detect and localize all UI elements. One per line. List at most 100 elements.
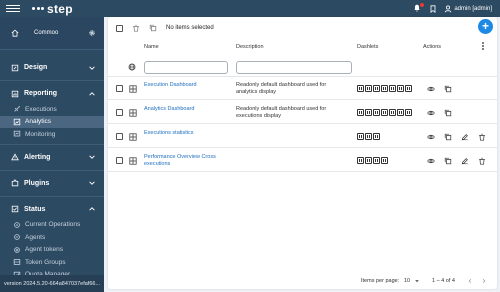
- dashlet-icon[interactable]: [397, 109, 404, 116]
- description-filter-input[interactable]: [236, 61, 352, 74]
- dashboard-name-link[interactable]: Execution Dashboard: [144, 82, 224, 89]
- dashboard-name-link[interactable]: Executions statistics: [144, 130, 224, 137]
- copy-icon[interactable]: [444, 109, 452, 117]
- dashlet-icon[interactable]: [365, 109, 372, 116]
- section-reporting[interactable]: Reporting: [0, 84, 104, 103]
- token-icon: [14, 246, 20, 253]
- dashlet-icon[interactable]: [373, 133, 380, 140]
- table-header: Name Description Dashlets Actions: [108, 41, 497, 54]
- add-dashboard-button[interactable]: +: [478, 19, 493, 34]
- trash-icon[interactable]: [478, 133, 486, 141]
- items-per-page-select[interactable]: 10: [404, 278, 410, 284]
- next-page-icon[interactable]: [481, 278, 487, 284]
- copy-icon[interactable]: [149, 24, 157, 32]
- monitoring-icon: [13, 131, 21, 137]
- brand-name: step: [47, 1, 73, 16]
- copy-icon[interactable]: [444, 85, 452, 93]
- row-checkbox[interactable]: [116, 109, 123, 116]
- dashlet-icon[interactable]: [389, 109, 396, 116]
- dashlet-icon[interactable]: [397, 85, 404, 92]
- sidebar-item-analytics[interactable]: Analytics: [0, 115, 104, 128]
- eye-icon[interactable]: [427, 133, 435, 141]
- user-menu[interactable]: admin [admin]: [444, 5, 492, 13]
- prev-page-icon[interactable]: [467, 278, 473, 284]
- brand-logo[interactable]: step: [32, 2, 73, 16]
- eye-icon[interactable]: [427, 85, 435, 93]
- sidebar-item-agent-tokens[interactable]: Agent tokens: [0, 244, 104, 257]
- eye-icon[interactable]: [427, 109, 435, 117]
- dashlet-icon[interactable]: [381, 157, 388, 164]
- table-row[interactable]: Executions statistics: [108, 125, 497, 148]
- gear-icon[interactable]: [88, 29, 96, 37]
- dashboards-panel: No items selected + Name Description Das…: [108, 17, 497, 289]
- trash-icon[interactable]: [132, 24, 140, 32]
- dashlet-icon[interactable]: [389, 85, 396, 92]
- section-alerting[interactable]: Alerting: [0, 148, 104, 167]
- chevron-down-icon: [89, 155, 95, 159]
- section-alerting-label: Alerting: [24, 153, 51, 161]
- grid-icon: [129, 108, 137, 117]
- column-header-dashlets[interactable]: Dashlets: [357, 44, 378, 50]
- dashlet-icon[interactable]: [373, 85, 380, 92]
- edit-icon[interactable]: [461, 157, 469, 165]
- reporting-icon: [11, 90, 19, 97]
- dashlet-icon[interactable]: [373, 157, 380, 164]
- bookmark-icon[interactable]: [429, 4, 437, 13]
- section-design[interactable]: Design: [0, 58, 104, 77]
- table-row[interactable]: Performance Overview Cross executions: [108, 149, 497, 172]
- row-checkbox[interactable]: [116, 157, 123, 164]
- column-header-name[interactable]: Name: [144, 44, 159, 50]
- dashlet-icon[interactable]: [405, 109, 412, 116]
- dashlet-icon[interactable]: [381, 109, 388, 116]
- table-row[interactable]: Execution Dashboard Readonly default dash…: [108, 77, 497, 100]
- section-reporting-label: Reporting: [24, 90, 58, 97]
- notification-dot: [420, 3, 425, 7]
- dashlet-icon[interactable]: [381, 85, 388, 92]
- table-row[interactable]: Analytics Dashboard Readonly default dash…: [108, 101, 497, 124]
- project-selector[interactable]: Commoo: [0, 17, 104, 50]
- bell-icon[interactable]: [413, 3, 425, 13]
- agent-icon: [14, 234, 20, 241]
- name-filter-input[interactable]: [144, 61, 228, 74]
- copy-icon[interactable]: [444, 133, 452, 141]
- version-label: version 2024.5.20-664a847037efaf66...: [0, 275, 104, 292]
- select-all-checkbox[interactable]: [116, 24, 123, 32]
- sidebar: Commoo Design Reporting Executions Analy…: [0, 17, 104, 292]
- grid-icon: [129, 132, 137, 141]
- status-icon: [11, 205, 19, 213]
- grid-icon: [129, 156, 137, 165]
- menu-icon[interactable]: [6, 5, 20, 12]
- sidebar-item-agents[interactable]: Agents: [0, 231, 104, 244]
- copy-icon[interactable]: [444, 157, 452, 165]
- globe-icon[interactable]: [128, 63, 136, 71]
- dashlet-icon[interactable]: [373, 109, 380, 116]
- dashlet-icon[interactable]: [365, 85, 372, 92]
- sidebar-item-current-operations[interactable]: Current Operations: [0, 219, 104, 232]
- design-icon: [11, 64, 19, 71]
- sidebar-item-monitoring[interactable]: Monitoring: [0, 128, 104, 141]
- dashlet-icon[interactable]: [357, 133, 364, 140]
- top-bar: step admin [admin]: [0, 0, 500, 17]
- sidebar-item-token-groups[interactable]: Token Groups: [0, 256, 104, 269]
- dashlet-icon[interactable]: [357, 109, 364, 116]
- row-checkbox[interactable]: [116, 133, 123, 140]
- column-menu-icon[interactable]: [482, 42, 484, 51]
- sidebar-item-executions[interactable]: Executions: [0, 103, 104, 116]
- dashlet-icon[interactable]: [365, 133, 372, 140]
- page-range: 1 – 4 of 4: [432, 278, 455, 284]
- section-plugins[interactable]: Plugins: [0, 174, 104, 193]
- dashlet-icon[interactable]: [357, 85, 364, 92]
- row-checkbox[interactable]: [116, 85, 123, 92]
- sidebar-item-label: Agents: [25, 233, 46, 241]
- section-status[interactable]: Status: [0, 200, 104, 219]
- dashboard-name-link[interactable]: Performance Overview Cross executions: [144, 154, 224, 168]
- column-header-description[interactable]: Description: [236, 44, 264, 50]
- trash-icon[interactable]: [478, 157, 486, 165]
- dropdown-arrow-icon[interactable]: [414, 278, 420, 284]
- eye-icon[interactable]: [427, 157, 435, 165]
- dashlet-icon[interactable]: [357, 157, 364, 164]
- dashlet-icon[interactable]: [405, 85, 412, 92]
- dashboard-name-link[interactable]: Analytics Dashboard: [144, 106, 224, 113]
- edit-icon[interactable]: [461, 133, 469, 141]
- dashlet-icon[interactable]: [365, 157, 372, 164]
